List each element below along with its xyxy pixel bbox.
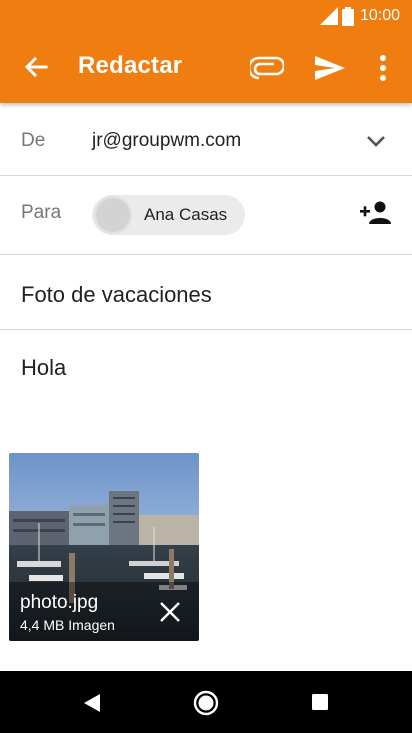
from-label: De [21,130,46,151]
battery-icon [341,6,354,26]
more-vert-icon[interactable] [372,54,394,82]
signal-icon [319,7,338,25]
from-row: De jr@groupwm.com [0,103,412,176]
add-person-icon[interactable] [360,200,392,224]
arrow-back-icon[interactable] [20,52,52,82]
app-bar: 10:00 Redactar [0,0,412,103]
subject-row: Foto de vacaciones [0,255,412,330]
paperclip-icon[interactable] [250,54,284,80]
avatar [94,196,132,234]
close-icon[interactable] [159,601,181,623]
attachment-filename: photo.jpg [20,592,99,613]
from-account-select[interactable]: jr@groupwm.com [92,130,241,152]
chevron-down-icon[interactable] [364,130,388,152]
subject-field[interactable]: Foto de vacaciones [21,282,212,308]
toolbar: Redactar [0,34,412,100]
message-body[interactable]: Hola [21,355,66,381]
nav-back-icon[interactable] [82,693,102,713]
system-nav-bar [0,671,412,733]
attachment-card[interactable]: photo.jpg 4,4 MB Imagen [9,453,199,641]
recipient-name: Ana Casas [144,205,228,224]
status-bar: 10:00 [319,6,400,26]
nav-recents-icon[interactable] [312,694,328,710]
to-row: Para Ana Casas [0,176,412,255]
send-icon[interactable] [313,54,347,82]
nav-home-icon[interactable] [193,690,219,716]
recipient-chip[interactable]: Ana Casas [92,195,245,235]
page-title: Redactar [78,52,183,79]
to-label: Para [21,202,62,223]
attachment-meta: 4,4 MB Imagen [20,617,115,633]
status-time: 10:00 [359,7,400,24]
